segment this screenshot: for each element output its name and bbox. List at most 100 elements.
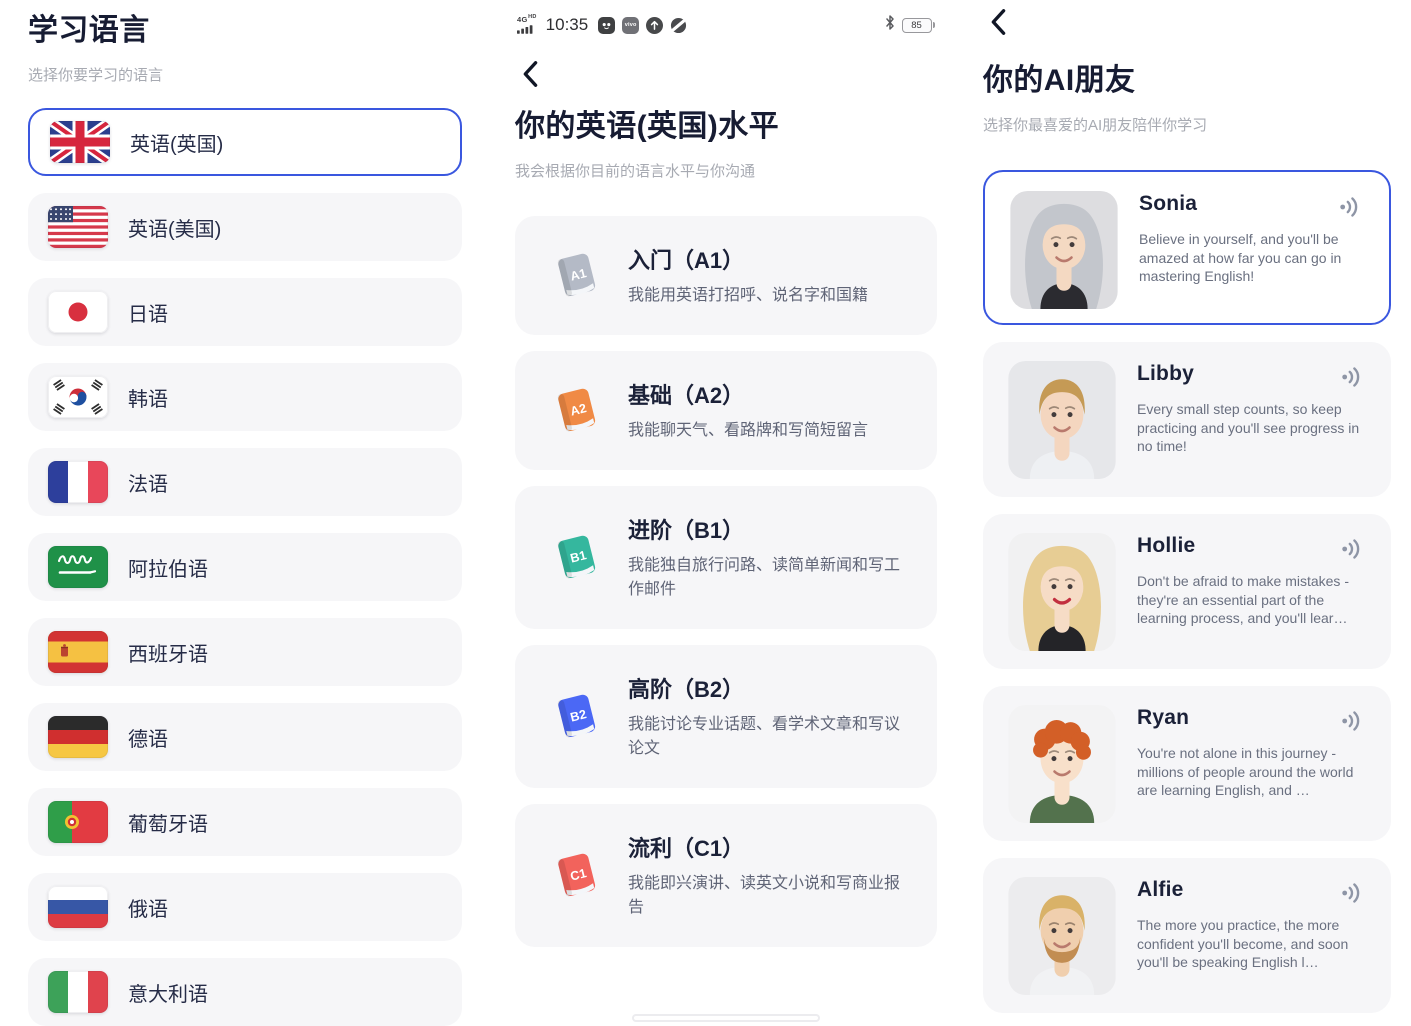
language-label: 意大利语 <box>128 978 208 1007</box>
back-button[interactable] <box>517 60 543 88</box>
back-button[interactable] <box>985 8 1011 36</box>
status-time: 10:35 <box>546 15 589 35</box>
language-option-korean[interactable]: 韩语 <box>28 363 462 431</box>
page-title-level: 你的英语(英国)水平 <box>515 108 937 146</box>
level-name: 高阶（B2） <box>628 672 913 704</box>
language-option-arabic[interactable]: 阿拉伯语 <box>28 533 462 601</box>
sa-flag-icon <box>48 546 108 588</box>
level-description: 我能用英语打招呼、说名字和国籍 <box>628 284 868 308</box>
friend-name: Libby <box>1137 362 1194 386</box>
us-flag-icon <box>48 206 108 248</box>
friend-name: Alfie <box>1137 878 1184 902</box>
book-icon-c1: C1 <box>551 850 603 902</box>
notification-app-icon <box>598 17 615 34</box>
voice-sample-icon[interactable] <box>1341 710 1365 735</box>
language-list: 英语(英国) 英语(美国) 日语 韩语 法语 <box>28 108 462 1026</box>
language-option-german[interactable]: 德语 <box>28 703 462 771</box>
voice-sample-icon[interactable] <box>1341 882 1365 907</box>
voice-sample-icon[interactable] <box>1339 196 1363 221</box>
page-title-languages: 学习语言 <box>28 12 462 50</box>
language-label: 英语(美国) <box>128 213 221 242</box>
language-label: 阿拉伯语 <box>128 553 208 582</box>
book-icon-a2: A2 <box>551 385 603 437</box>
language-option-portuguese[interactable]: 葡萄牙语 <box>28 788 462 856</box>
language-label: 德语 <box>128 723 168 752</box>
friend-option-hollie[interactable]: Hollie Don't be afraid to make mistakes … <box>983 514 1391 669</box>
level-option-b2[interactable]: B2 高阶（B2） 我能讨论专业话题、看学术文章和写议论文 <box>515 645 937 788</box>
cellular-signal-icon: 4GHD <box>517 16 537 34</box>
level-option-a1[interactable]: A1 入门（A1） 我能用英语打招呼、说名字和国籍 <box>515 216 937 335</box>
level-list: A1 入门（A1） 我能用英语打招呼、说名字和国籍 A2 基础（A2） 我能聊天… <box>515 216 937 947</box>
page-subtitle-level: 我会根据你目前的语言水平与你沟通 <box>515 162 937 182</box>
level-name: 进阶（B1） <box>628 513 913 545</box>
language-option-russian[interactable]: 俄语 <box>28 873 462 941</box>
language-option-italian[interactable]: 意大利语 <box>28 958 462 1026</box>
language-option-japanese[interactable]: 日语 <box>28 278 462 346</box>
gb-flag-icon <box>50 121 110 163</box>
status-bar: 4GHD 10:35 vivo <box>515 12 937 38</box>
page-subtitle-languages: 选择你要学习的语言 <box>28 66 462 86</box>
battery-level: 85 <box>911 20 922 31</box>
friend-option-libby[interactable]: Libby Every small step counts, so keep p… <box>983 342 1391 497</box>
level-name: 基础（A2） <box>628 378 868 410</box>
friend-quote: Believe in yourself, and you'll be amaze… <box>1139 230 1367 286</box>
friend-name: Ryan <box>1137 706 1189 730</box>
language-option-french[interactable]: 法语 <box>28 448 462 516</box>
status-bar-left: 4GHD 10:35 vivo <box>517 15 687 35</box>
pt-flag-icon <box>48 801 108 843</box>
language-label: 英语(英国) <box>130 128 223 157</box>
kr-flag-icon <box>48 376 108 418</box>
page-title-friends: 你的AI朋友 <box>983 62 1391 100</box>
avatar-ryan <box>1008 705 1116 823</box>
language-label: 韩语 <box>128 383 168 412</box>
level-name: 入门（A1） <box>628 243 868 275</box>
bluetooth-icon <box>885 15 895 35</box>
chevron-left-icon <box>518 60 542 88</box>
friend-option-ryan[interactable]: Ryan You're not alone in this journey - … <box>983 686 1391 841</box>
level-option-a2[interactable]: A2 基础（A2） 我能聊天气、看路牌和写简短留言 <box>515 351 937 470</box>
language-label: 日语 <box>128 298 168 327</box>
screen-friend-select: 你的AI朋友 选择你最喜爱的AI朋友陪伴你学习 Sonia Believe in… <box>983 0 1391 1024</box>
page-subtitle-friends: 选择你最喜爱的AI朋友陪伴你学习 <box>983 116 1391 136</box>
screen-language-select: 学习语言 选择你要学习的语言 英语(英国) 英语(美国) 日语 <box>28 0 462 1024</box>
avatar-hollie <box>1008 533 1116 651</box>
avatar-alfie <box>1008 877 1116 995</box>
chevron-left-icon <box>986 8 1010 36</box>
upload-arrow-icon <box>646 17 663 34</box>
status-bar-right: 85 <box>885 15 936 35</box>
language-label: 西班牙语 <box>128 638 208 667</box>
app-canvas: 学习语言 选择你要学习的语言 英语(英国) 英语(美国) 日语 <box>0 0 1411 1024</box>
language-option-english-us[interactable]: 英语(美国) <box>28 193 462 261</box>
friend-option-alfie[interactable]: Alfie The more you practice, the more co… <box>983 858 1391 1013</box>
level-description: 我能聊天气、看路牌和写简短留言 <box>628 419 868 443</box>
level-description: 我能讨论专业话题、看学术文章和写议论文 <box>628 713 913 761</box>
voice-sample-icon[interactable] <box>1341 366 1365 391</box>
language-option-english-uk[interactable]: 英语(英国) <box>28 108 462 176</box>
avatar-sonia <box>1010 191 1118 309</box>
battery-icon: 85 <box>902 18 936 33</box>
level-option-c1[interactable]: C1 流利（C1） 我能即兴演讲、读英文小说和写商业报告 <box>515 804 937 947</box>
de-flag-icon <box>48 716 108 758</box>
jp-flag-icon <box>48 291 108 333</box>
home-indicator[interactable] <box>632 1014 820 1022</box>
fr-flag-icon <box>48 461 108 503</box>
level-option-b1[interactable]: B1 进阶（B1） 我能独自旅行问路、读简单新闻和写工作邮件 <box>515 486 937 629</box>
language-label: 俄语 <box>128 893 168 922</box>
vivo-app-icon: vivo <box>622 17 639 34</box>
level-description: 我能独自旅行问路、读简单新闻和写工作邮件 <box>628 554 913 602</box>
friend-name: Sonia <box>1139 192 1197 216</box>
book-icon-b2: B2 <box>551 691 603 743</box>
browser-slash-icon <box>670 17 687 34</box>
level-name: 流利（C1） <box>628 831 913 863</box>
voice-sample-icon[interactable] <box>1341 538 1365 563</box>
friend-quote: Every small step counts, so keep practic… <box>1137 400 1369 456</box>
friend-quote: Don't be afraid to make mistakes - they'… <box>1137 572 1369 628</box>
friend-name: Hollie <box>1137 534 1195 558</box>
es-flag-icon <box>48 631 108 673</box>
friend-option-sonia[interactable]: Sonia Believe in yourself, and you'll be… <box>983 170 1391 325</box>
language-option-spanish[interactable]: 西班牙语 <box>28 618 462 686</box>
signal-bars-icon <box>517 25 534 34</box>
friend-quote: You're not alone in this journey - milli… <box>1137 744 1369 800</box>
it-flag-icon <box>48 971 108 1013</box>
screen-level-select: 4GHD 10:35 vivo <box>515 0 937 1024</box>
